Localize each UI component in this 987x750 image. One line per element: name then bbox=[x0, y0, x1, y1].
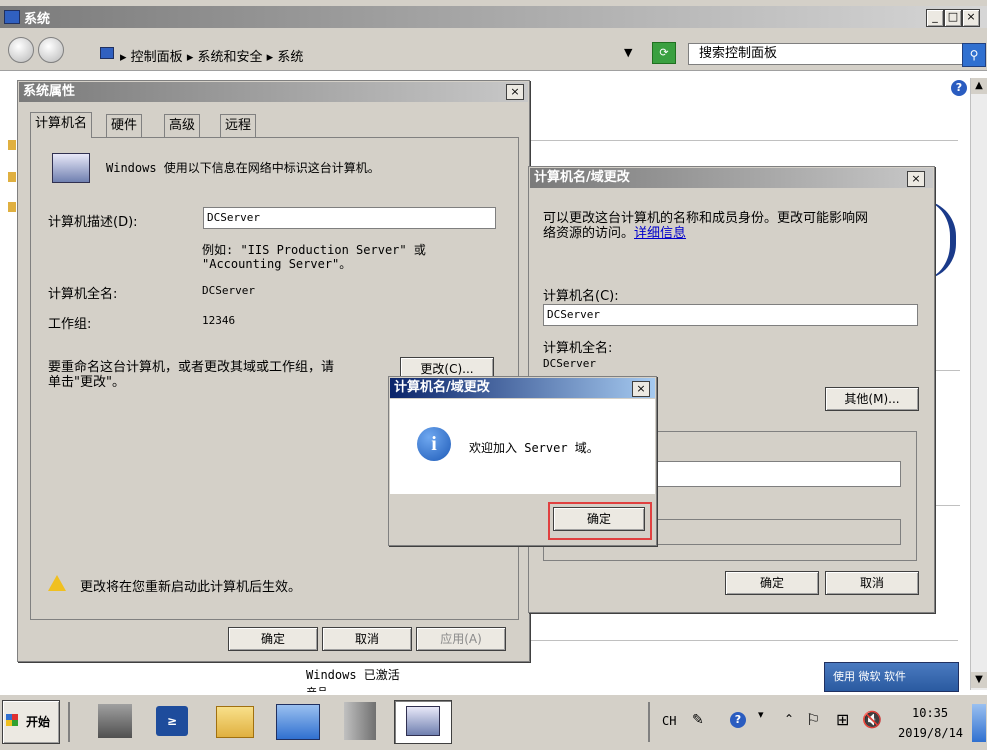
divider bbox=[528, 140, 958, 141]
search-input[interactable]: 搜索控制面板 bbox=[688, 43, 970, 65]
close-button[interactable]: × bbox=[632, 381, 650, 397]
intro-text-2: 络资源的访问。详细信息 bbox=[543, 226, 687, 241]
genuine-badge[interactable]: 使用 微软 软件 bbox=[824, 662, 959, 692]
fullname-label: 计算机全名: bbox=[543, 341, 613, 356]
back-button[interactable] bbox=[8, 37, 34, 63]
divider bbox=[936, 370, 960, 371]
computer-icon bbox=[406, 706, 440, 736]
system-icon bbox=[4, 10, 20, 24]
server-manager-icon[interactable] bbox=[98, 704, 132, 738]
control-panel-icon[interactable] bbox=[276, 704, 320, 740]
scroll-down-arrow[interactable]: ▼ bbox=[971, 672, 987, 688]
domain-input[interactable] bbox=[651, 461, 901, 487]
tab-remote[interactable]: 远程 bbox=[220, 114, 257, 137]
workgroup-input[interactable] bbox=[651, 519, 901, 545]
powershell-icon[interactable]: ≥ bbox=[156, 706, 188, 736]
name-input[interactable]: DCServer bbox=[543, 304, 918, 326]
intro-text: Windows 使用以下信息在网络中标识这台计算机。 bbox=[106, 161, 380, 175]
scrollbar[interactable] bbox=[970, 78, 987, 690]
separator bbox=[68, 702, 70, 742]
tab-computer-name[interactable]: 计算机名 bbox=[30, 112, 93, 138]
side-icon bbox=[8, 172, 16, 182]
welcome-message-box: 计算机名/域更改 × i 欢迎加入 Server 域。 确定 bbox=[388, 376, 657, 546]
show-desktop-button[interactable] bbox=[972, 704, 986, 742]
ok-button[interactable]: 确定 bbox=[228, 627, 318, 651]
network-icon[interactable]: ⊞ bbox=[836, 710, 849, 729]
computer-icon bbox=[52, 153, 90, 183]
address-icon bbox=[100, 47, 114, 59]
cancel-button[interactable]: 取消 bbox=[322, 627, 412, 651]
message-text: 欢迎加入 Server 域。 bbox=[469, 441, 599, 455]
help-icon[interactable]: ? bbox=[730, 712, 746, 728]
breadcrumb-item[interactable]: 控制面板 bbox=[131, 50, 183, 65]
name-label: 计算机名(C): bbox=[543, 289, 619, 304]
dialog-titlebar: 计算机名/域更改 bbox=[390, 378, 655, 398]
cancel-button[interactable]: 取消 bbox=[825, 571, 919, 595]
info-icon: i bbox=[417, 427, 451, 461]
apply-button[interactable]: 应用(A) bbox=[416, 627, 506, 651]
details-link[interactable]: 详细信息 bbox=[634, 226, 686, 241]
ok-button[interactable]: 确定 bbox=[553, 507, 645, 531]
window-title: 系统 bbox=[24, 12, 51, 27]
fullname-label: 计算机全名: bbox=[48, 287, 118, 302]
close-button[interactable]: × bbox=[506, 84, 524, 100]
scroll-up-arrow[interactable]: ▲ bbox=[971, 78, 987, 94]
dialog-titlebar: 计算机名/域更改 bbox=[530, 168, 933, 188]
forward-button[interactable] bbox=[38, 37, 64, 63]
tab-hardware[interactable]: 硬件 bbox=[106, 114, 143, 137]
more-button[interactable]: 其他(M)... bbox=[825, 387, 919, 411]
volume-muted-icon[interactable]: 🔇 bbox=[862, 710, 882, 729]
close-button[interactable]: × bbox=[907, 171, 925, 187]
warning-icon bbox=[48, 575, 66, 591]
tray-separator bbox=[648, 702, 650, 742]
system-properties-dialog: 系统属性 × 计算机名 硬件 高级 远程 Windows 使用以下信息在网络中标… bbox=[17, 80, 530, 662]
workgroup-value: 12346 bbox=[202, 314, 236, 327]
side-icon bbox=[8, 202, 16, 212]
description-label: 计算机描述(D): bbox=[48, 215, 138, 230]
breadcrumb: ▸ 控制面板 ▸ 系统和安全 ▸ 系统 bbox=[120, 50, 304, 65]
activation-status: Windows 已激活 bbox=[306, 668, 400, 682]
breadcrumb-item[interactable]: 系统和安全 bbox=[198, 50, 263, 65]
flag-icon[interactable]: ⚐ bbox=[806, 710, 820, 729]
clock-time[interactable]: 10:35 bbox=[912, 706, 948, 720]
minimize-button[interactable]: _ bbox=[926, 9, 944, 27]
partial-text: 产品 bbox=[306, 686, 328, 692]
fullname-value: DCServer bbox=[202, 284, 255, 297]
workgroup-label: 工作组: bbox=[48, 317, 92, 332]
breadcrumb-item[interactable]: 系统 bbox=[277, 50, 303, 65]
search-icon[interactable]: ⚲ bbox=[962, 43, 986, 67]
description-input[interactable]: DCServer bbox=[203, 207, 496, 229]
language-indicator[interactable]: CH bbox=[662, 714, 676, 728]
divider bbox=[936, 505, 960, 506]
side-icon bbox=[8, 140, 16, 150]
windows-flag-icon bbox=[6, 714, 18, 726]
warning-text: 更改将在您重新启动此计算机后生效。 bbox=[80, 580, 302, 595]
tab-advanced[interactable]: 高级 bbox=[164, 114, 201, 137]
close-button[interactable]: × bbox=[962, 9, 980, 27]
clock-date[interactable]: 2019/8/14 bbox=[898, 726, 963, 740]
example-text-2: "Accounting Server"。 bbox=[202, 257, 352, 271]
help-icon[interactable]: ? bbox=[951, 80, 967, 96]
tools-icon[interactable] bbox=[344, 702, 376, 740]
refresh-button[interactable]: ⟳ bbox=[652, 42, 676, 64]
dialog-titlebar: 系统属性 bbox=[19, 82, 528, 102]
keyboard-icon[interactable]: ✎ bbox=[692, 712, 704, 728]
fullname-value: DCServer bbox=[543, 357, 596, 370]
show-hidden-icons[interactable]: ⌃ bbox=[784, 712, 794, 726]
tab-strip: 计算机名 硬件 高级 远程 bbox=[30, 112, 510, 138]
ok-button[interactable]: 确定 bbox=[725, 571, 819, 595]
window-top-strip bbox=[0, 0, 987, 6]
divider bbox=[528, 640, 958, 641]
dropdown-icon[interactable]: ▼ bbox=[624, 46, 632, 59]
maximize-button[interactable]: □ bbox=[944, 9, 962, 27]
options-icon[interactable]: ▾ bbox=[758, 708, 764, 721]
rename-text-2: 单击"更改"。 bbox=[48, 375, 125, 390]
explorer-icon[interactable] bbox=[216, 706, 254, 738]
